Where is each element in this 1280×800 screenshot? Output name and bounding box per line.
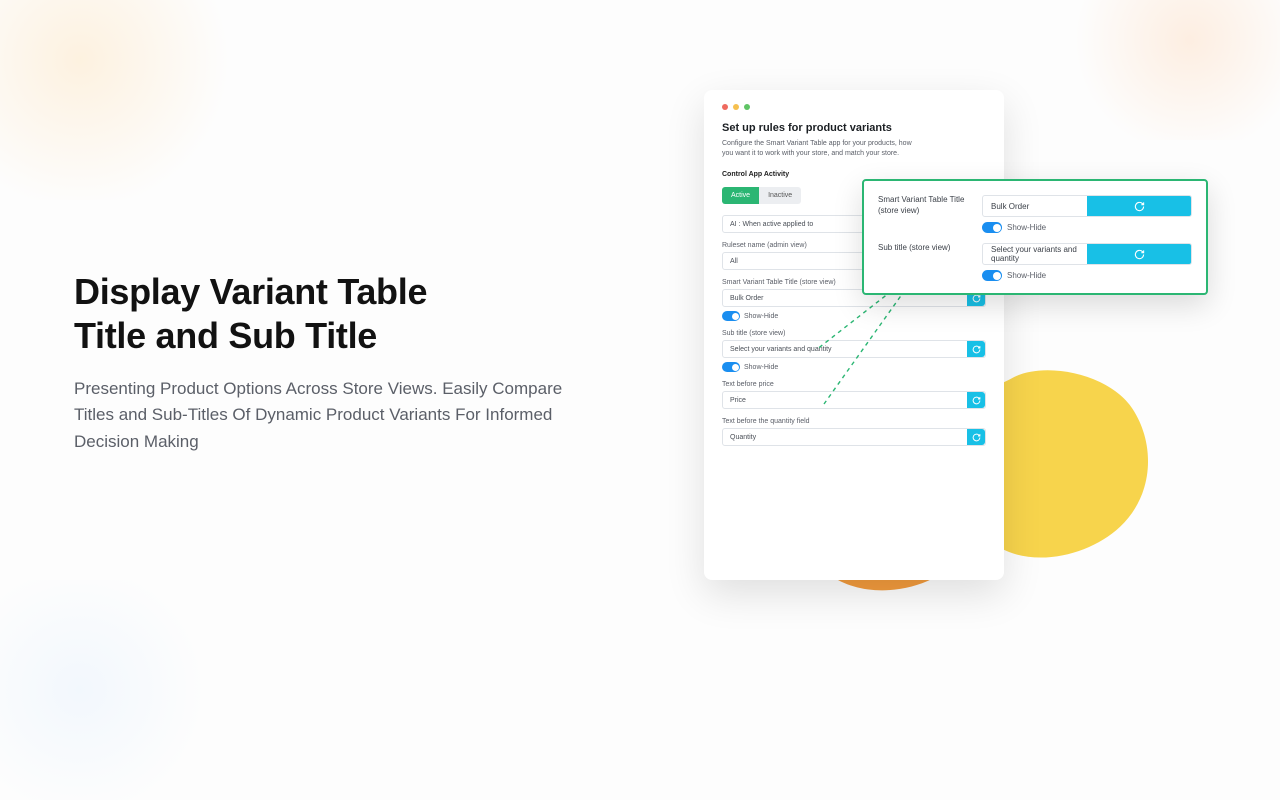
hero: Display Variant TableTitle and Sub Title… — [74, 270, 594, 455]
price-input[interactable]: Price — [722, 391, 986, 409]
refresh-icon[interactable] — [1087, 244, 1191, 264]
refresh-icon[interactable] — [1087, 196, 1191, 216]
subtitle-toggle[interactable] — [722, 362, 740, 372]
refresh-icon[interactable] — [967, 341, 985, 357]
page-description: Presenting Product Options Across Store … — [74, 376, 594, 455]
close-icon — [722, 104, 728, 110]
panel-description: Configure the Smart Variant Table app fo… — [722, 139, 912, 159]
active-button[interactable]: Active — [722, 187, 759, 204]
subtitle-field-label: Sub title (store view) — [722, 330, 986, 337]
callout-popover: Smart Variant Table Title (store view) B… — [862, 179, 1208, 295]
settings-panel: Set up rules for product variants Config… — [704, 90, 1004, 580]
toggle-label: Show-Hide — [1007, 223, 1046, 232]
page-title: Display Variant TableTitle and Sub Title — [74, 270, 594, 358]
qty-label: Text before the quantity field — [722, 418, 986, 425]
title-toggle[interactable] — [722, 311, 740, 321]
callout-title-input[interactable]: Bulk Order — [982, 195, 1192, 217]
minimize-icon — [733, 104, 739, 110]
panel-title: Set up rules for product variants — [722, 122, 986, 134]
subtitle-input[interactable]: Select your variants and quantity — [722, 340, 986, 358]
glow-top-left — [0, 0, 240, 200]
callout-subtitle-toggle[interactable] — [982, 270, 1002, 281]
toggle-label: Show-Hide — [1007, 271, 1046, 280]
callout-title-toggle[interactable] — [982, 222, 1002, 233]
inactive-button[interactable]: Inactive — [759, 187, 801, 204]
callout-subtitle-input[interactable]: Select your variants and quantity — [982, 243, 1192, 265]
control-activity-label: Control App Activity — [722, 171, 986, 178]
refresh-icon[interactable] — [967, 429, 985, 445]
callout-title-label: Smart Variant Table Title (store view) — [878, 195, 970, 233]
callout-subtitle-label: Sub title (store view) — [878, 243, 970, 281]
qty-input[interactable]: Quantity — [722, 428, 986, 446]
activity-segment: Active Inactive — [722, 187, 801, 204]
maximize-icon — [744, 104, 750, 110]
window-controls — [722, 104, 986, 110]
toggle-label: Show-Hide — [744, 364, 778, 371]
price-label: Text before price — [722, 381, 986, 388]
refresh-icon[interactable] — [967, 392, 985, 408]
glow-bottom-left — [0, 580, 220, 800]
toggle-label: Show-Hide — [744, 313, 778, 320]
glow-top-right — [1060, 0, 1280, 140]
